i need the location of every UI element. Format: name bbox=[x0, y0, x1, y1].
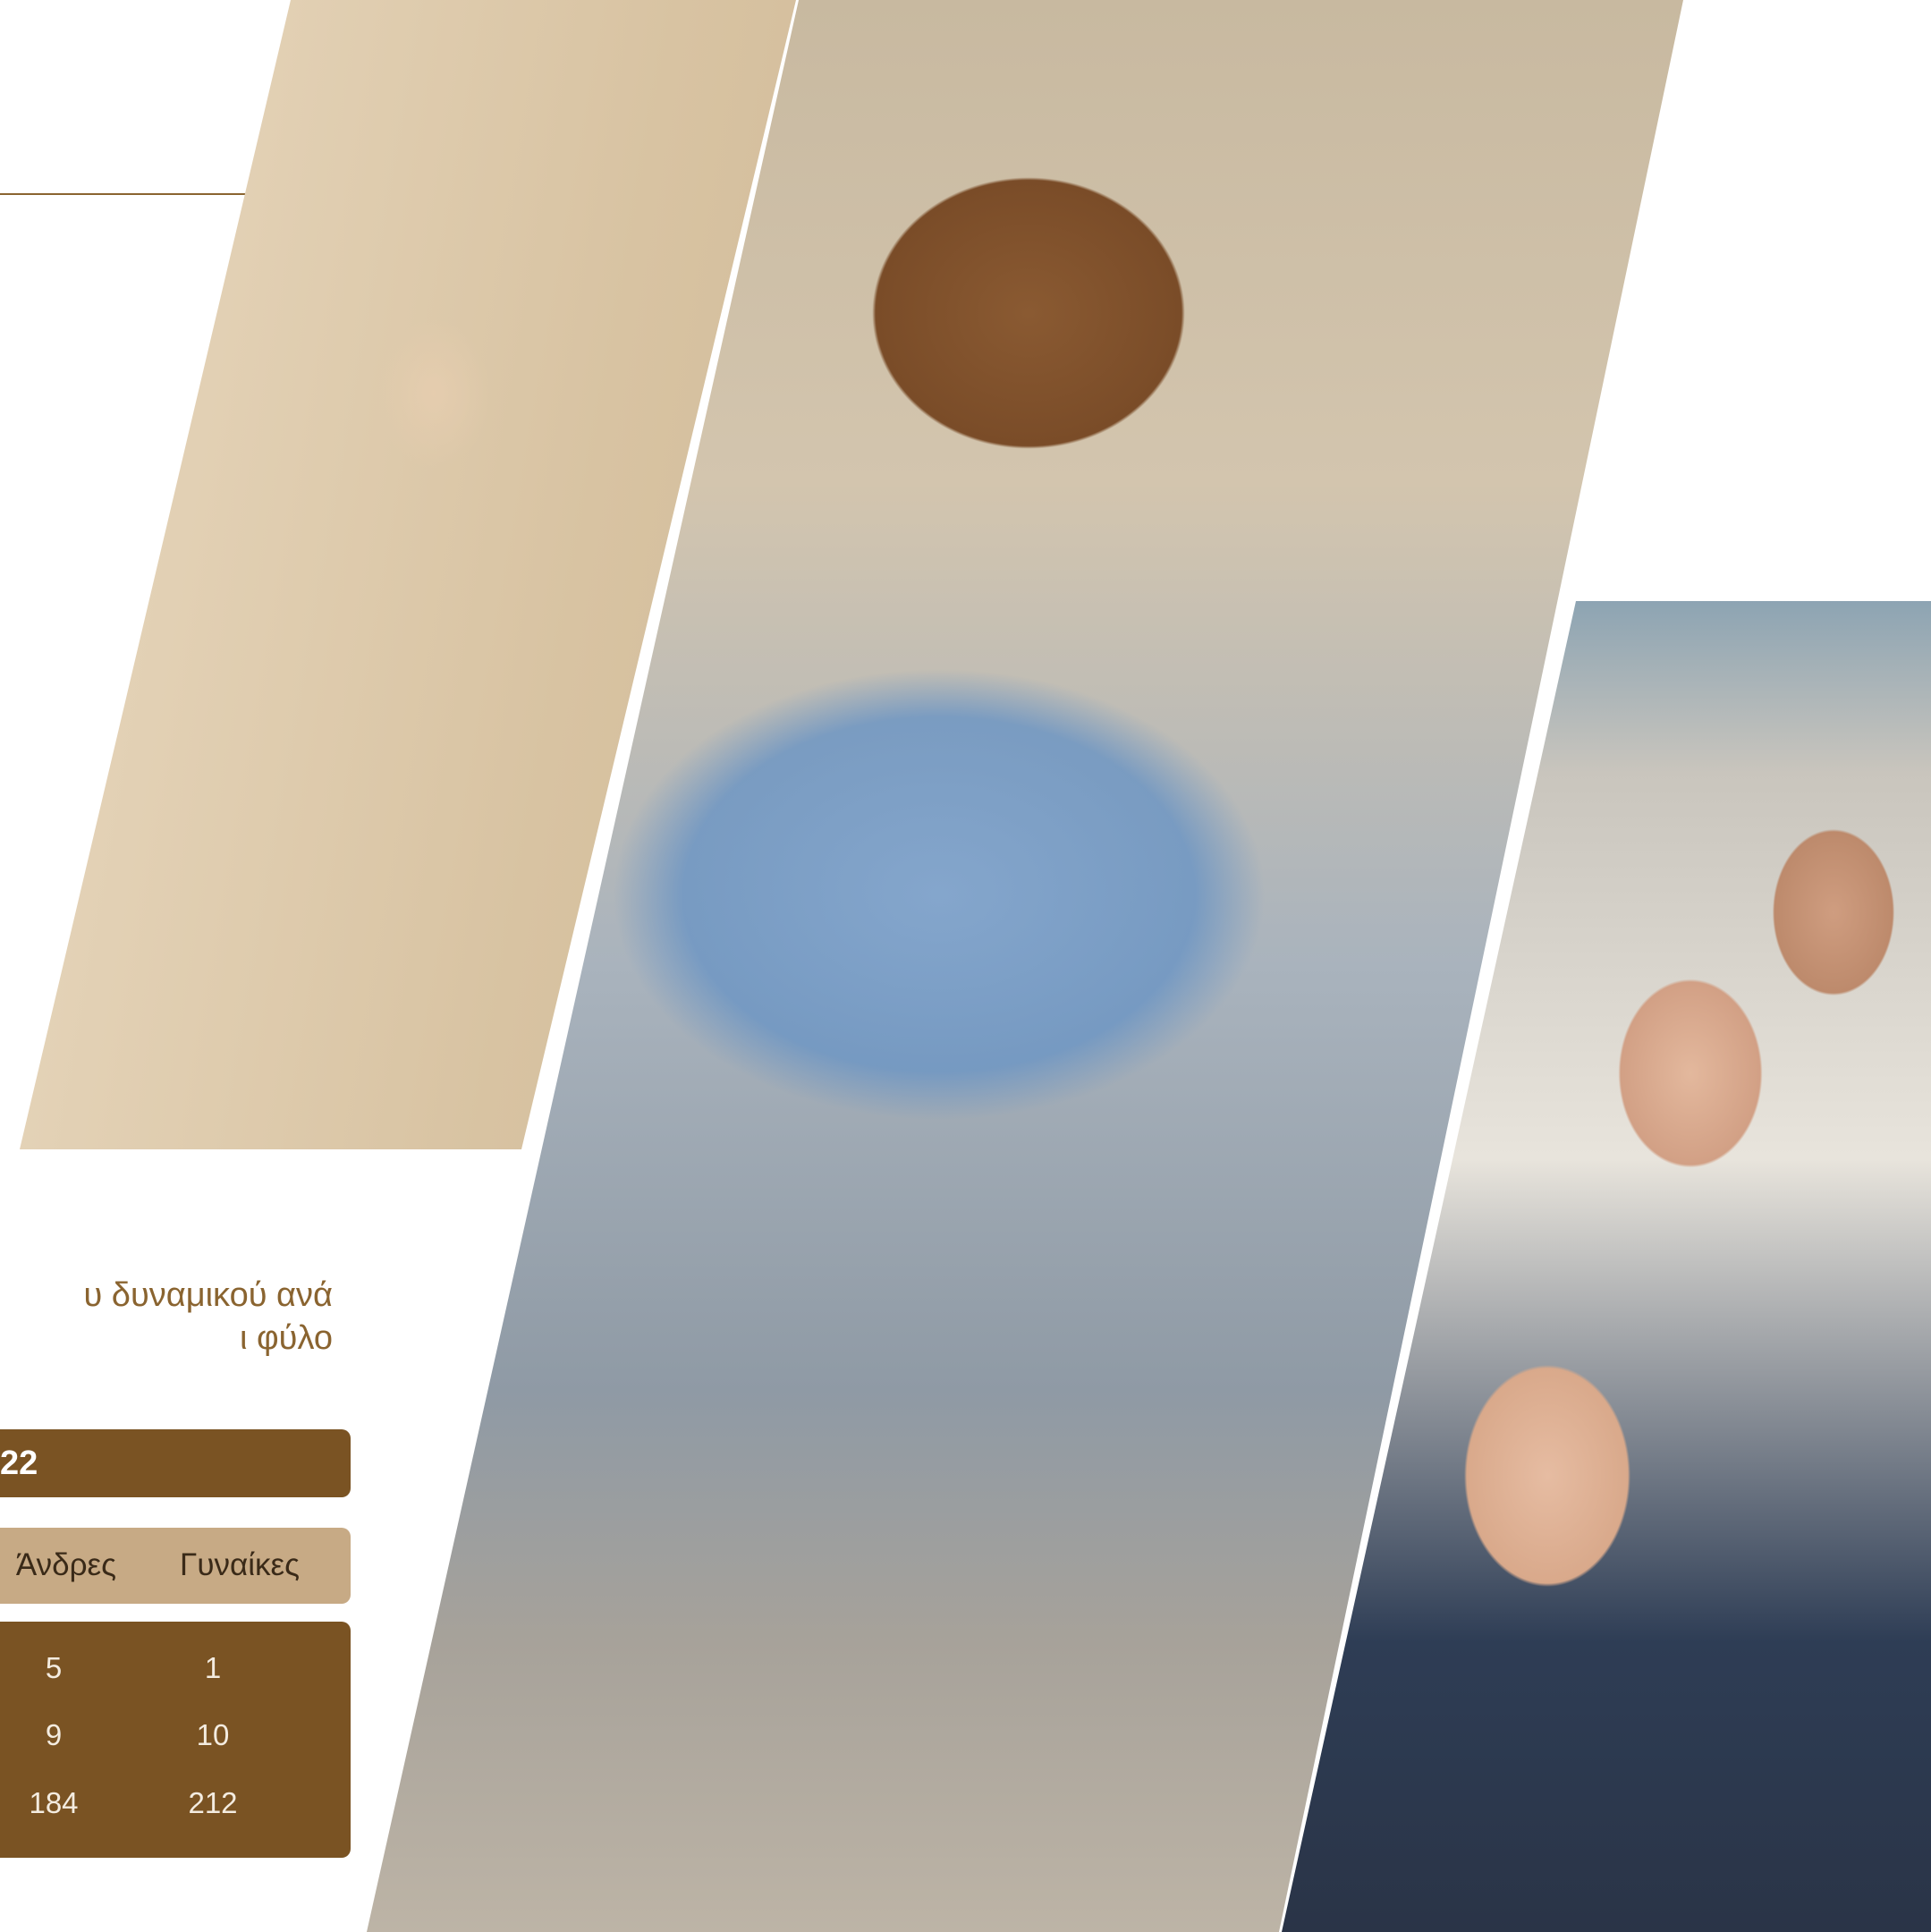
table-cell-men: 5 bbox=[45, 1651, 63, 1684]
heading-line-2: ι φύλο bbox=[240, 1319, 333, 1357]
year-bar bbox=[0, 1429, 351, 1497]
table-cell-men: 9 bbox=[45, 1718, 63, 1751]
heading-line-1: υ δυναμικού ανά bbox=[83, 1276, 333, 1314]
column-header-men: Άνδρες bbox=[15, 1547, 116, 1582]
table-cell-men: 184 bbox=[29, 1786, 79, 1819]
table-cell-women: 212 bbox=[188, 1786, 238, 1819]
column-header-women: Γυναίκες bbox=[180, 1547, 300, 1582]
table-cell-women: 10 bbox=[196, 1718, 230, 1751]
year-label: 22 bbox=[0, 1445, 38, 1482]
section-heading: υ δυναμικού ανά ι φύλο bbox=[0, 1274, 333, 1360]
top-divider-line bbox=[0, 193, 249, 195]
table-cell-women: 1 bbox=[204, 1651, 222, 1684]
